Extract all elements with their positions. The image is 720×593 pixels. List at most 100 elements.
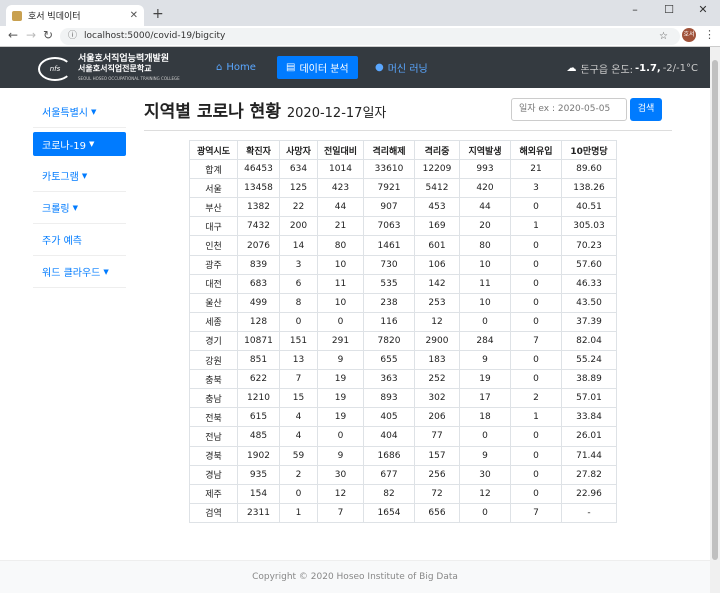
table-cell: 423 xyxy=(317,178,364,199)
column-header: 지역발생 xyxy=(459,139,511,161)
table-cell: 302 xyxy=(414,388,460,409)
weather-range: -2/-1°C xyxy=(662,63,698,74)
table-cell: 8 xyxy=(279,292,318,313)
back-arrow-icon[interactable]: ← xyxy=(8,28,18,42)
table-cell: 893 xyxy=(363,388,415,409)
table-cell: 27.82 xyxy=(561,464,617,485)
table-cell: 683 xyxy=(237,273,280,294)
table-row: 대전 683 6 11 535 142 11 0 46.33 xyxy=(189,273,617,294)
profile-avatar[interactable]: 호서 xyxy=(682,28,696,42)
table-cell: 82.04 xyxy=(561,330,617,352)
table-cell: 0 xyxy=(510,445,562,466)
url-input[interactable]: ⓘ localhost:5000/covid-19/bigcity ☆ xyxy=(60,28,680,45)
table-cell: 46453 xyxy=(237,159,280,180)
sidebar-item-label: 서울특별시 xyxy=(42,108,88,119)
table-cell: 0 xyxy=(459,311,511,332)
table-cell: 전남 xyxy=(189,426,238,447)
date-search-input[interactable]: 일자 ex : 2020-05-05 xyxy=(511,98,627,121)
sidebar-item-seoul[interactable]: 서울특별시 ▼ xyxy=(33,96,126,128)
table-cell: 7 xyxy=(510,502,562,523)
tab-title: 호서 빅데이터 xyxy=(28,12,81,22)
nav-data-analysis[interactable]: ▤ 데이터 분석 xyxy=(277,56,358,79)
table-cell: 44 xyxy=(317,197,364,218)
site-logo[interactable]: nfs 서울호서직업능력개발원 서울호서직업전문학교 SEOUL HOSEO O… xyxy=(38,54,180,84)
table-cell: 116 xyxy=(363,311,415,332)
new-tab-button[interactable]: + xyxy=(152,6,164,22)
table-cell: 1654 xyxy=(363,502,415,523)
table-cell: 13458 xyxy=(237,178,280,199)
browser-menu-icon[interactable]: ⋮ xyxy=(704,28,715,41)
table-cell: 405 xyxy=(363,407,415,428)
table-cell: 9 xyxy=(317,445,364,466)
close-tab-icon[interactable]: ✕ xyxy=(130,10,138,21)
table-cell: 12 xyxy=(459,483,511,504)
column-header: 광역시도 xyxy=(189,139,238,161)
table-cell: 14 xyxy=(279,235,318,256)
table-header-row: 광역시도 확진자 사망자 전일대비 격리해제 격리중 지역발생 해외유입 10만… xyxy=(189,139,617,161)
scrollbar-thumb[interactable] xyxy=(712,60,718,560)
caret-down-icon: ▼ xyxy=(88,140,95,148)
sidebar-item-cartogram[interactable]: 카토그램 ▼ xyxy=(33,160,126,192)
close-window-button[interactable]: ✕ xyxy=(686,0,720,18)
caret-down-icon: ▼ xyxy=(103,267,109,276)
table-cell: 634 xyxy=(279,159,318,180)
table-cell: 11 xyxy=(317,273,364,294)
covid-region-table: 광역시도 확진자 사망자 전일대비 격리해제 격리중 지역발생 해외유입 10만… xyxy=(189,139,617,523)
column-header: 전일대비 xyxy=(317,139,364,161)
maximize-button[interactable]: ☐ xyxy=(652,0,686,18)
table-cell: 256 xyxy=(414,464,460,485)
logo-line1: 서울호서직업능력개발원 xyxy=(78,54,170,64)
table-cell: 38.89 xyxy=(561,369,617,390)
nav-home[interactable]: ⌂ Home xyxy=(207,56,265,79)
table-cell: 세종 xyxy=(189,311,238,332)
sidebar-item-crawling[interactable]: 크롤링 ▼ xyxy=(33,192,126,224)
nav-machine-learning[interactable]: ● 머신 러닝 xyxy=(366,56,437,79)
table-cell: 0 xyxy=(510,350,562,371)
caret-down-icon: ▼ xyxy=(91,107,97,116)
sidebar-item-label: 크롤링 xyxy=(42,204,70,215)
address-bar-row: ← → ↻ ⓘ localhost:5000/covid-19/bigcity … xyxy=(0,26,720,47)
search-button[interactable]: 검색 xyxy=(630,98,662,121)
table-cell: 1210 xyxy=(237,388,280,409)
table-cell: 9 xyxy=(317,350,364,371)
sidebar-item-covid19[interactable]: 코로나-19 ▼ xyxy=(33,132,126,156)
table-cell: 13 xyxy=(279,350,318,371)
table-cell: 80 xyxy=(317,235,364,256)
table-cell: 656 xyxy=(414,502,460,523)
table-cell: 404 xyxy=(363,426,415,447)
forward-arrow-icon[interactable]: → xyxy=(26,28,36,42)
table-row: 세종 128 0 0 116 12 0 0 37.39 xyxy=(189,311,617,332)
table-cell: 11 xyxy=(459,273,511,294)
table-cell: 서울 xyxy=(189,178,238,199)
table-cell: 485 xyxy=(237,426,280,447)
table-cell: 12209 xyxy=(414,159,460,180)
sidebar-item-word-cloud[interactable]: 워드 클라우드 ▼ xyxy=(33,256,126,288)
table-row: 검역 2311 1 7 1654 656 0 7- xyxy=(189,502,617,523)
minimize-button[interactable]: – xyxy=(618,0,652,18)
table-cell: 535 xyxy=(363,273,415,294)
table-cell: 경기 xyxy=(189,330,238,352)
page-title: 지역별 코로나 현황 2020-12-17일자 xyxy=(144,97,386,122)
table-cell: 200 xyxy=(279,216,318,237)
browser-tab[interactable]: 호서 빅데이터 ✕ xyxy=(6,5,144,26)
table-cell: 72 xyxy=(414,483,460,504)
table-cell: 1461 xyxy=(363,235,415,256)
table-cell: 851 xyxy=(237,350,280,371)
table-cell: 검역 xyxy=(189,502,238,523)
table-cell: 499 xyxy=(237,292,280,313)
table-cell: 59 xyxy=(279,445,318,466)
bookmark-star-icon[interactable]: ☆ xyxy=(659,28,668,45)
sidebar-item-stock-prediction[interactable]: 주가 예측 xyxy=(33,224,126,256)
table-row: 합계 46453 634 1014 33610 12209 993 21 89.60 xyxy=(189,159,617,180)
table-cell: 138.26 xyxy=(561,178,617,199)
table-cell: 전북 xyxy=(189,407,238,428)
table-cell: 0 xyxy=(510,369,562,390)
table-cell: 57.01 xyxy=(561,388,617,409)
info-icon[interactable]: ⓘ xyxy=(68,28,77,45)
table-cell: 655 xyxy=(363,350,415,371)
table-cell: 80 xyxy=(459,235,511,256)
sidebar: 서울특별시 ▼ 코로나-19 ▼ 카토그램 ▼ 크롤링 ▼ 주가 예측 워드 클라우드 ▼ xyxy=(33,96,126,288)
table-cell: 7921 xyxy=(363,178,415,199)
reload-icon[interactable]: ↻ xyxy=(43,28,53,42)
table-cell: 대전 xyxy=(189,273,238,294)
